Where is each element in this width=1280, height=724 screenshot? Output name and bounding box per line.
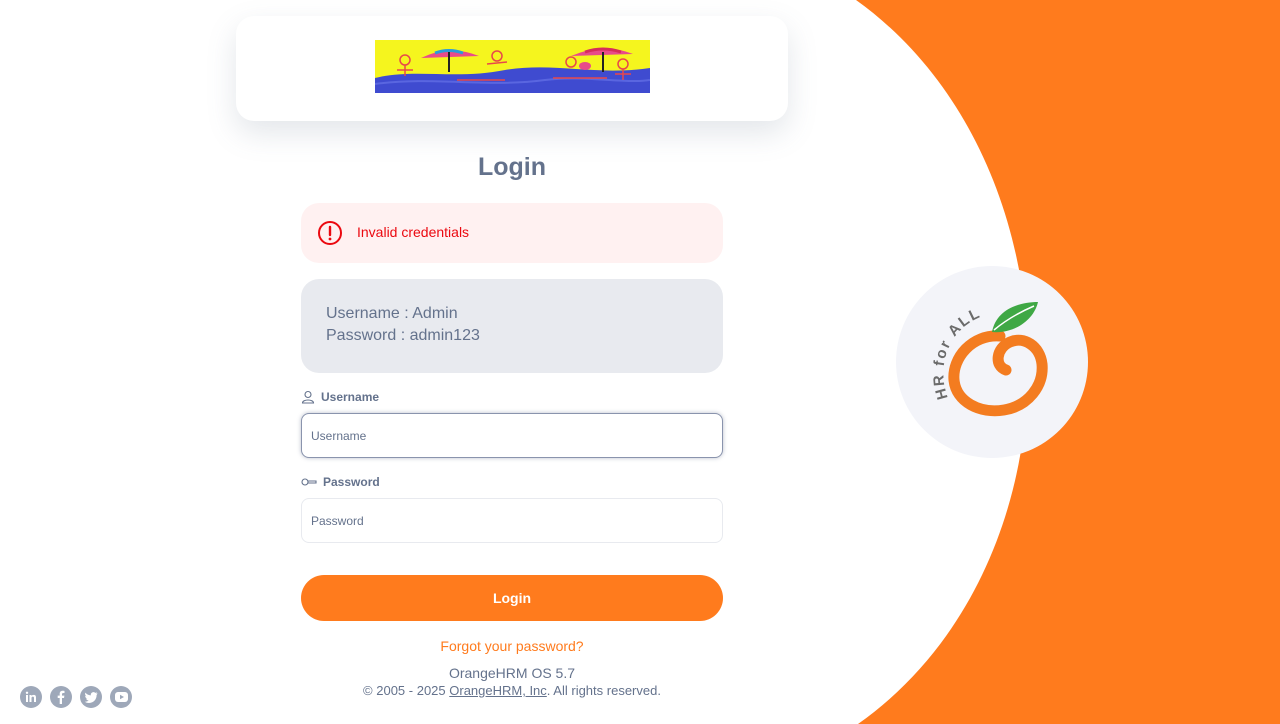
twitter-icon[interactable] bbox=[80, 686, 102, 708]
alert-message: Invalid credentials bbox=[357, 224, 470, 240]
login-button[interactable]: Login bbox=[301, 575, 723, 621]
password-label: Password bbox=[301, 475, 380, 489]
copyright-suffix: . All rights reserved. bbox=[546, 683, 661, 698]
logo-card bbox=[236, 16, 788, 121]
alert-circle-icon bbox=[318, 221, 342, 245]
key-icon bbox=[301, 478, 317, 486]
facebook-icon[interactable] bbox=[50, 686, 72, 708]
social-links bbox=[20, 686, 132, 708]
copyright-text: © 2005 - 2025 OrangeHRM, Inc. All rights… bbox=[0, 683, 1024, 698]
linkedin-icon[interactable] bbox=[20, 686, 42, 708]
demo-password: Password : admin123 bbox=[326, 327, 480, 344]
company-link[interactable]: OrangeHRM, Inc bbox=[449, 683, 547, 698]
company-banner-image bbox=[375, 40, 650, 93]
user-icon bbox=[301, 390, 315, 404]
password-label-text: Password bbox=[323, 475, 380, 489]
version-text: OrangeHRM OS 5.7 bbox=[448, 665, 576, 681]
demo-credentials-box: Username : Admin Password : admin123 bbox=[301, 279, 723, 373]
error-alert: Invalid credentials bbox=[301, 203, 723, 263]
password-input[interactable] bbox=[301, 498, 723, 543]
forgot-password-container: Forgot your password? bbox=[0, 638, 1024, 654]
demo-username: Username : Admin bbox=[326, 305, 458, 322]
username-label-text: Username bbox=[321, 390, 380, 404]
brand-logo-circle: HR for ALL bbox=[896, 266, 1088, 458]
page-title: Login bbox=[477, 153, 547, 181]
copyright-prefix: © 2005 - 2025 bbox=[363, 683, 450, 698]
username-input[interactable] bbox=[301, 413, 723, 458]
youtube-icon[interactable] bbox=[110, 686, 132, 708]
forgot-password-link[interactable]: Forgot your password? bbox=[440, 638, 583, 654]
username-label: Username bbox=[301, 390, 379, 404]
orangehrm-logo: HR for ALL bbox=[930, 302, 1048, 417]
